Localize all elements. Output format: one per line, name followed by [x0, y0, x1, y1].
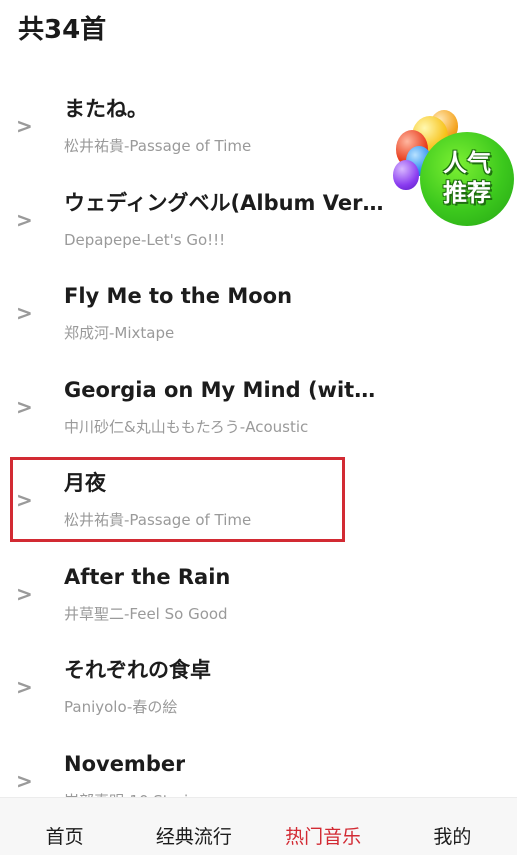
chevron-right-icon: >: [16, 768, 33, 793]
song-title: ウェディングベル(Album Version): [64, 190, 384, 215]
badge-label: 人气 推荐: [420, 148, 514, 208]
song-row-5-highlighted[interactable]: > 月夜 松井祐貴-Passage of Time: [0, 454, 517, 548]
nav-tab-home[interactable]: 首页: [0, 798, 129, 855]
nav-tab-hot-music[interactable]: 热门音乐: [259, 798, 388, 855]
nav-tab-mine[interactable]: 我的: [388, 798, 517, 855]
song-title: After the Rain: [64, 564, 231, 589]
chevron-right-icon: >: [16, 207, 33, 232]
bottom-nav-bar: 首页 经典流行 热门音乐 我的: [0, 797, 517, 855]
chevron-right-icon: >: [16, 488, 33, 512]
song-title: 月夜: [64, 471, 106, 495]
chevron-right-icon: >: [16, 675, 33, 699]
song-title: それぞれの食卓: [64, 658, 211, 682]
song-artist-album: 松井祐貴-Passage of Time: [64, 137, 252, 155]
song-row-7[interactable]: > それぞれの食卓 Paniyolo-春の絵: [0, 641, 517, 735]
song-title: またね。: [64, 97, 148, 121]
balloon-icon: [393, 160, 419, 190]
song-artist-album: 中川砂仁&丸山ももたろう-Acoustic: [64, 417, 309, 436]
popular-recommend-badge[interactable]: 人气 推荐: [390, 110, 515, 238]
song-artist-album: 井草聖二-Feel So Good: [64, 604, 228, 623]
song-row-6[interactable]: > After the Rain 井草聖二-Feel So Good: [0, 548, 517, 642]
song-artist-album: Depapepe-Let's Go!!!: [64, 230, 226, 249]
song-row-3[interactable]: > Fly Me to the Moon 郑成河-Mixtape: [0, 267, 517, 361]
chevron-right-icon: >: [16, 394, 33, 419]
badge-line-2: 推荐: [443, 179, 491, 207]
song-artist-album: 郑成河-Mixtape: [64, 324, 175, 342]
chevron-right-icon: >: [16, 581, 33, 606]
chevron-right-icon: >: [16, 114, 33, 138]
song-title: Georgia on My Mind (with丸山ももたろう): [64, 377, 384, 402]
song-artist-album: Paniyolo-春の絵: [64, 698, 178, 716]
song-row-4[interactable]: > Georgia on My Mind (with丸山ももたろう) 中川砂仁&…: [0, 361, 517, 455]
song-artist-album: 松井祐貴-Passage of Time: [64, 511, 252, 529]
nav-tab-classic-pop[interactable]: 经典流行: [129, 798, 258, 855]
badge-line-1: 人气: [443, 149, 491, 177]
app-screen: 共34首 > またね。 松井祐貴-Passage of Time > ウェディン…: [0, 0, 517, 855]
song-title: November: [64, 751, 186, 776]
chevron-right-icon: >: [16, 301, 33, 325]
song-count-title: 共34首: [18, 15, 107, 45]
song-title: Fly Me to the Moon: [64, 284, 293, 308]
